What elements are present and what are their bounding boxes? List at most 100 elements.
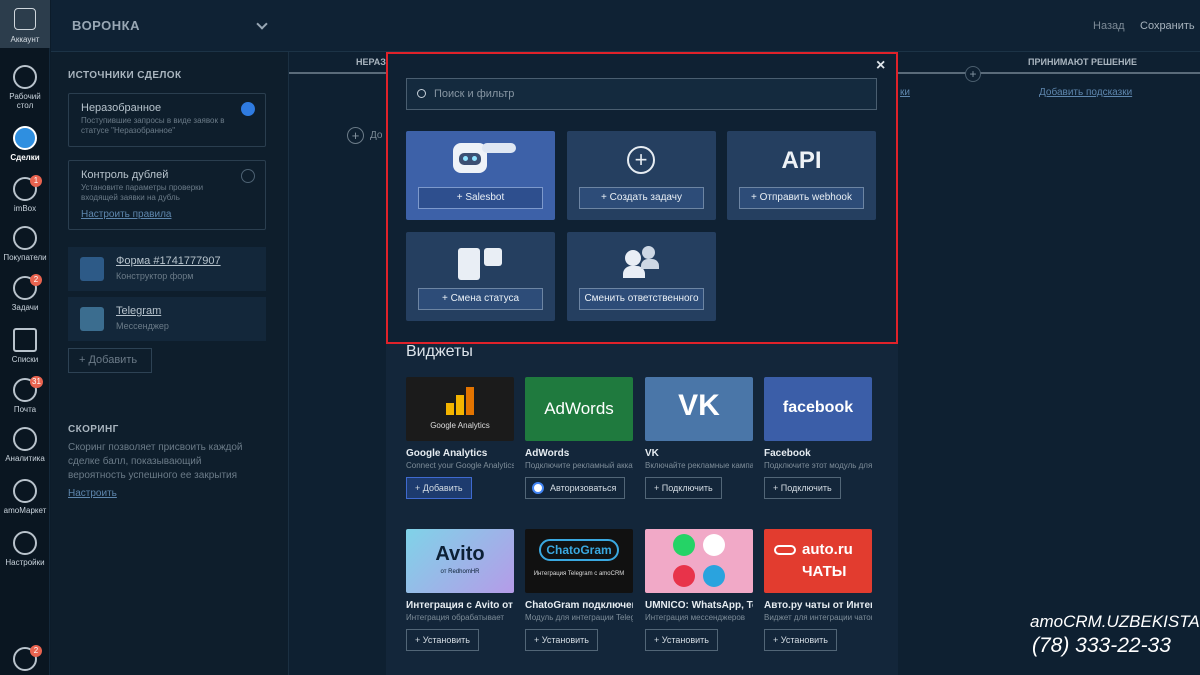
action-status-change[interactable]: + Смена статуса: [406, 232, 555, 321]
add-lead-icon[interactable]: +: [347, 127, 364, 144]
imbox-badge: 1: [30, 175, 42, 187]
rail-item-customers[interactable]: Покупатели: [0, 226, 50, 262]
change-responsible-button[interactable]: Сменить ответственного: [579, 288, 704, 310]
add-source-button[interactable]: + Добавить: [68, 348, 152, 373]
duplicates-card[interactable]: Контроль дублей Установите параметры про…: [68, 160, 266, 230]
top-bar: [51, 0, 1200, 52]
action-salesbot[interactable]: + Salesbot: [406, 131, 555, 220]
account-block[interactable]: Аккаунт: [0, 0, 50, 48]
add-column-icon[interactable]: +: [965, 66, 981, 82]
sources-title: ИСТОЧНИКИ СДЕЛОК: [68, 70, 182, 81]
api-icon: API: [781, 147, 822, 174]
brand-phone: (78) 333-22-33: [1032, 634, 1171, 657]
widget-avito[interactable]: Avito от RedhomHR Интеграция с Avito от …: [406, 529, 514, 651]
customers-icon: [13, 226, 37, 250]
rail-item-lists[interactable]: Списки: [0, 328, 50, 364]
plus-circle-icon: +: [627, 146, 655, 174]
widget-logo: ChatoGram Интеграция Telegram с amoCRM: [525, 529, 633, 593]
duplicates-title: Контроль дублей: [81, 169, 169, 181]
back-button[interactable]: Назад: [1093, 20, 1125, 32]
widget-facebook[interactable]: facebook Facebook Подключите этот модуль…: [764, 377, 872, 499]
source-form-title[interactable]: Форма #1741777907: [116, 255, 221, 267]
widget-autoru[interactable]: auto.ru ЧАТЫ Авто.ру чаты от Интеграц Ви…: [764, 529, 872, 651]
heart-icon: [673, 565, 695, 587]
status-change-button[interactable]: + Смена статуса: [418, 288, 543, 310]
unsorted-card[interactable]: Неразобранное Поступившие запросы в виде…: [68, 93, 266, 147]
status-change-icon: [458, 248, 480, 280]
widget-logo: Google Analytics: [406, 377, 514, 441]
widget-chatogram[interactable]: ChatoGram Интеграция Telegram с amoCRM C…: [525, 529, 633, 651]
rail-item-mail[interactable]: Почта 31: [0, 376, 50, 414]
status-card-icon: [484, 248, 502, 266]
duplicates-link[interactable]: Настроить правила: [81, 209, 171, 220]
action-change-responsible[interactable]: Сменить ответственного: [567, 232, 716, 321]
source-telegram-sub: Мессенджер: [116, 321, 169, 331]
widgets-title: Виджеты: [406, 343, 473, 360]
source-telegram-title[interactable]: Telegram: [116, 305, 161, 317]
widget-install-button[interactable]: + Установить: [645, 629, 718, 651]
rail-item-deals[interactable]: Сделки: [0, 126, 50, 162]
form-icon: [80, 257, 104, 281]
widget-install-button[interactable]: + Установить: [525, 629, 598, 651]
support-badge: 2: [30, 645, 42, 657]
whatsapp-icon: [673, 534, 695, 556]
rail-item-imbox[interactable]: imBox 1: [0, 175, 50, 213]
pipeline-title[interactable]: ВОРОНКА: [72, 18, 140, 33]
column-hint-right[interactable]: Добавить подсказки: [1039, 87, 1132, 98]
unsorted-desc: Поступившие запросы в виде заявок в стат…: [81, 116, 225, 135]
widget-umnico[interactable]: UMNICO: WhatsApp, Teleg Интеграция мессе…: [645, 529, 753, 651]
analytics-icon: [13, 427, 37, 451]
column-first: НЕРАЗ: [356, 57, 386, 67]
widget-logo: [645, 529, 753, 593]
google-icon: [532, 482, 544, 494]
deals-icon: [13, 126, 37, 150]
widget-adwords[interactable]: AdWords AdWords Подключите рекламный акк…: [525, 377, 633, 499]
salesbot-button[interactable]: + Salesbot: [418, 187, 543, 209]
widget-connect-button[interactable]: + Подключить: [645, 477, 722, 499]
widget-install-button[interactable]: + Установить: [764, 629, 837, 651]
market-icon: [13, 479, 37, 503]
search-input[interactable]: [432, 83, 862, 105]
widget-install-button[interactable]: + Установить: [406, 629, 479, 651]
search-icon: [417, 89, 426, 98]
widget-add-button[interactable]: + Добавить: [406, 477, 472, 499]
widget-vk[interactable]: VK VK Включайте рекламные кампании + Под…: [645, 377, 753, 499]
lists-icon: [13, 328, 37, 352]
close-icon[interactable]: ×: [876, 57, 885, 75]
create-task-button[interactable]: + Создать задачу: [579, 187, 704, 209]
car-icon: [774, 545, 796, 555]
source-telegram[interactable]: Telegram Мессенджер: [68, 297, 266, 341]
unsorted-toggle[interactable]: [241, 102, 255, 116]
action-create-task[interactable]: + + Создать задачу: [567, 131, 716, 220]
add-lead-label[interactable]: До: [370, 130, 382, 141]
brand-logo: amoCRM.UZBEKISTAN: [1030, 612, 1200, 631]
duplicates-toggle[interactable]: [241, 169, 255, 183]
scoring-title: СКОРИНГ: [68, 424, 119, 435]
widget-logo: auto.ru ЧАТЫ: [764, 529, 872, 593]
widget-connect-button[interactable]: + Подключить: [764, 477, 841, 499]
rail-item-analytics[interactable]: Аналитика: [0, 427, 50, 463]
source-form[interactable]: Форма #1741777907 Конструктор форм: [68, 247, 266, 291]
responsible-icon: [623, 246, 659, 278]
widget-google-analytics[interactable]: Google Analytics Google Analytics Connec…: [406, 377, 514, 499]
settings-icon: [13, 531, 37, 555]
rail-item-market[interactable]: amoМаркет: [0, 479, 50, 515]
widget-logo: facebook: [764, 377, 872, 441]
action-webhook[interactable]: API + Отправить webhook: [727, 131, 876, 220]
apps-icon: [703, 534, 725, 556]
rail-item-tasks[interactable]: Задачи 2: [0, 274, 50, 312]
column-hint-left[interactable]: ки: [900, 87, 910, 98]
scoring-link[interactable]: Настроить: [68, 488, 117, 499]
widget-authorize-button[interactable]: Авторизоваться: [525, 477, 626, 499]
widget-logo: Avito от RedhomHR: [406, 529, 514, 593]
rail-item-settings[interactable]: Настройки: [0, 531, 50, 567]
telegram-icon: [80, 307, 104, 331]
save-button[interactable]: Сохранить: [1140, 20, 1195, 32]
mail-badge: 31: [30, 376, 43, 388]
rail-item-support[interactable]: 2: [0, 645, 50, 674]
webhook-button[interactable]: + Отправить webhook: [739, 187, 864, 209]
dashboard-icon: [13, 65, 37, 89]
rail-item-dashboard[interactable]: Рабочий стол: [0, 65, 50, 110]
speech-bubble-icon: [482, 143, 516, 153]
column-decision: ПРИНИМАЮТ РЕШЕНИЕ: [1028, 57, 1137, 67]
